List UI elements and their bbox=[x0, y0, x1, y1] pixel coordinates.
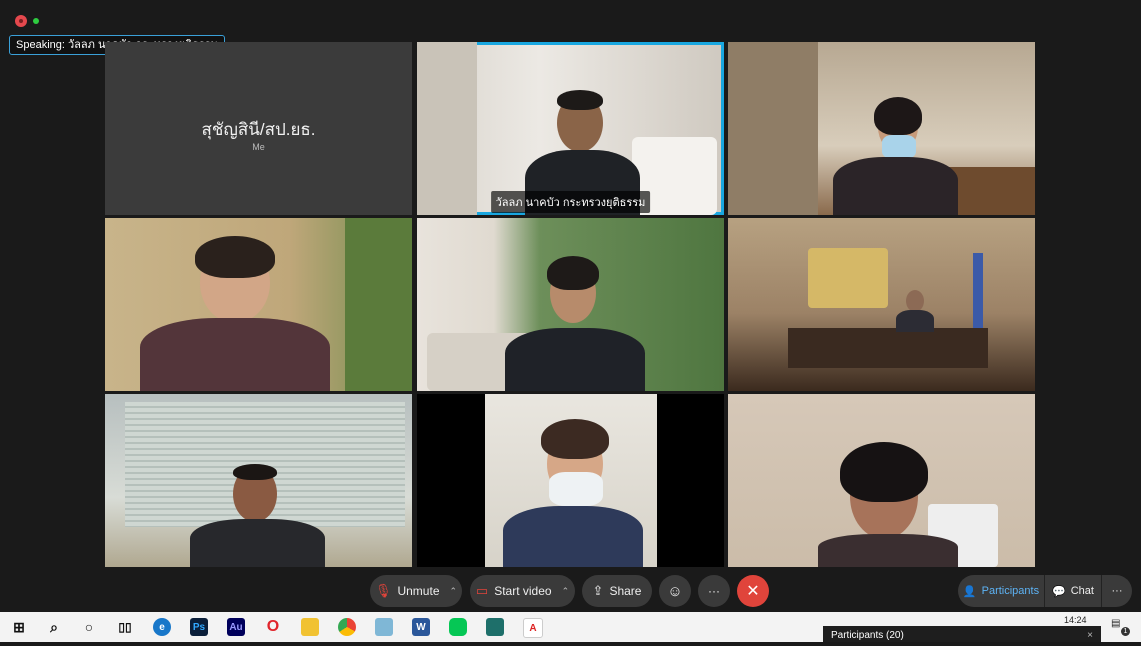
start-video-button[interactable]: ▭ Start video ⌃ bbox=[470, 575, 575, 607]
smile-icon: ☺ bbox=[667, 582, 683, 600]
share-icon: ⇪ bbox=[592, 583, 604, 598]
side-controls: 👤 Participants 💬 Chat ··· bbox=[958, 575, 1132, 607]
app-icon[interactable] bbox=[375, 618, 393, 636]
participant-head bbox=[906, 290, 924, 312]
microphone-muted-icon: 🎙 bbox=[374, 583, 392, 598]
participant-body bbox=[503, 506, 643, 567]
participant-body bbox=[190, 519, 325, 567]
more-button[interactable]: ··· bbox=[698, 575, 730, 607]
participants-popup[interactable]: Participants (20) × bbox=[823, 626, 1101, 642]
app-icon[interactable] bbox=[486, 618, 504, 636]
edge-icon[interactable]: e bbox=[153, 618, 171, 636]
video-tile-active-speaker[interactable]: วัลลภ นาคบัว กระทรวงยุติธรรม bbox=[417, 42, 724, 215]
photoshop-icon[interactable]: Ps bbox=[190, 618, 208, 636]
notification-badge: 1 bbox=[1121, 627, 1130, 636]
more-side-label: ··· bbox=[1111, 585, 1123, 597]
windows-start-icon[interactable]: ⊞ bbox=[10, 618, 28, 636]
opera-icon[interactable]: O bbox=[264, 618, 282, 636]
chevron-down-icon[interactable]: ⌃ bbox=[562, 586, 570, 597]
close-icon[interactable]: × bbox=[1087, 626, 1093, 646]
more-side-button[interactable]: ··· bbox=[1102, 575, 1132, 607]
video-tile-participant-8[interactable] bbox=[417, 394, 724, 567]
video-tile-participant-7[interactable] bbox=[105, 394, 412, 567]
video-tile-participant-3[interactable] bbox=[728, 42, 1035, 215]
share-label: Share bbox=[609, 584, 642, 598]
chat-icon: 💬 bbox=[1052, 585, 1066, 598]
participant-hair bbox=[195, 236, 275, 278]
participant-body bbox=[818, 534, 958, 567]
chat-button[interactable]: 💬 Chat bbox=[1045, 575, 1101, 607]
task-view-icon[interactable]: ▯▯ bbox=[116, 618, 134, 636]
person-icon: 👤 bbox=[962, 585, 977, 598]
search-icon[interactable]: ⌕ bbox=[45, 618, 63, 636]
camera-off-icon: ▭ bbox=[475, 583, 489, 598]
face-mask bbox=[549, 472, 603, 506]
participants-button[interactable]: 👤 Participants bbox=[958, 575, 1044, 607]
file-explorer-icon[interactable] bbox=[301, 618, 319, 636]
self-name: สุชัญสินี/สป.ยธ. bbox=[201, 120, 316, 139]
ps-label: Ps bbox=[192, 621, 206, 633]
unmute-button[interactable]: 🎙 Unmute ⌃ bbox=[370, 575, 462, 607]
participant-hair bbox=[233, 464, 277, 480]
acrobat-icon[interactable]: A bbox=[523, 618, 543, 638]
face-mask bbox=[882, 135, 916, 159]
au-label: Au bbox=[229, 621, 243, 633]
background-flag bbox=[973, 253, 983, 333]
unmute-label: Unmute bbox=[397, 584, 440, 598]
participants-popup-title: Participants (20) bbox=[831, 630, 904, 641]
participant-hair bbox=[547, 256, 599, 290]
taskbar-clock[interactable]: 14:24 bbox=[1064, 615, 1087, 625]
participant-body bbox=[505, 328, 645, 391]
reactions-button[interactable]: ☺ bbox=[659, 575, 691, 607]
video-tile-self[interactable]: สุชัญสินี/สป.ยธ. Me bbox=[105, 42, 412, 215]
video-frame bbox=[485, 394, 657, 567]
chrome-icon[interactable] bbox=[338, 618, 356, 636]
line-icon[interactable] bbox=[449, 618, 467, 636]
more-label: ··· bbox=[708, 584, 720, 598]
start-video-label: Start video bbox=[494, 584, 552, 598]
background-emblem bbox=[808, 248, 888, 308]
background-plants bbox=[345, 218, 412, 391]
participant-hair bbox=[557, 90, 603, 110]
video-tile-participant-4[interactable] bbox=[105, 218, 412, 391]
self-label: Me bbox=[252, 142, 265, 152]
participants-label: Participants bbox=[981, 585, 1040, 597]
status-indicator bbox=[33, 18, 39, 24]
word-label: W bbox=[416, 621, 426, 633]
close-icon: ✕ bbox=[746, 583, 760, 600]
background-window bbox=[728, 42, 818, 215]
background-shelf bbox=[417, 42, 477, 215]
participant-hair bbox=[541, 419, 609, 459]
leave-meeting-button[interactable]: ✕ bbox=[737, 575, 769, 607]
video-tile-participant-9[interactable] bbox=[728, 394, 1035, 567]
video-tile-participant-5[interactable] bbox=[417, 218, 724, 391]
background-table bbox=[788, 328, 988, 368]
active-speaker-name: วัลลภ นาคบัว กระทรวงยุติธรรม bbox=[490, 191, 651, 213]
chevron-down-icon[interactable]: ⌃ bbox=[450, 586, 458, 597]
share-button[interactable]: ⇪ Share bbox=[582, 575, 652, 607]
participant-hair bbox=[840, 442, 928, 502]
participant-body bbox=[833, 157, 958, 215]
audition-icon[interactable]: Au bbox=[227, 618, 245, 636]
participant-hair bbox=[874, 97, 922, 135]
chat-label: Chat bbox=[1070, 585, 1094, 597]
word-icon[interactable]: W bbox=[412, 618, 430, 636]
participant-body bbox=[896, 310, 934, 332]
participant-body bbox=[140, 318, 330, 391]
close-window-button[interactable] bbox=[15, 15, 27, 27]
video-tile-participant-6[interactable] bbox=[728, 218, 1035, 391]
cortana-icon[interactable]: ○ bbox=[80, 618, 98, 636]
